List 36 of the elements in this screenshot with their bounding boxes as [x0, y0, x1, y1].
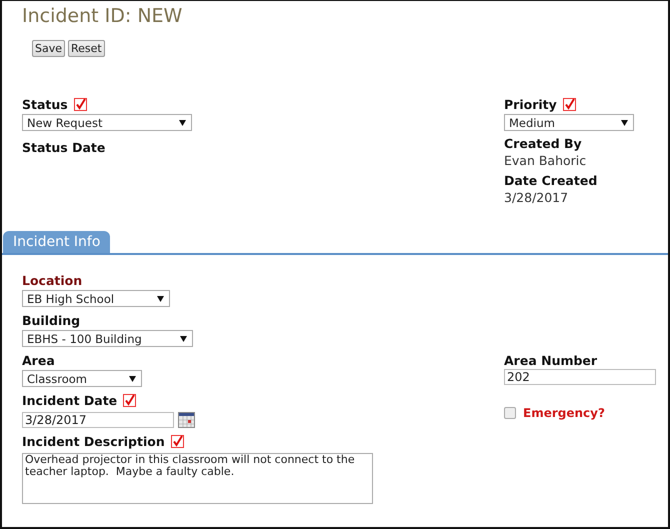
required-check-icon: [123, 394, 136, 406]
required-check-icon: [170, 434, 184, 448]
field-label: Status: [22, 96, 68, 112]
dropdown-caret-icon: [129, 376, 136, 382]
form-button[interactable]: Reset: [68, 40, 105, 57]
field-value: Evan Bahoric: [504, 153, 588, 168]
field-value: 3/28/2017: [504, 190, 570, 205]
field-label: Date Created: [504, 172, 598, 188]
dropdown-caret-icon: [180, 336, 187, 342]
date-field[interactable]: 3/28/2017: [22, 412, 174, 428]
field-label: Area: [22, 352, 55, 368]
field-label: Area Number: [504, 352, 598, 368]
dropdown-caret-icon: [179, 120, 186, 126]
dropdown-field[interactable]: EBHS - 100 Building: [22, 330, 193, 347]
input-field[interactable]: 202: [504, 369, 656, 385]
field-label: Priority: [504, 96, 557, 112]
field-label: Incident Date: [22, 392, 118, 408]
field-label: Created By: [504, 136, 582, 150]
description-field[interactable]: Overhead projector in this classroom will not connect to the teacher laptop. Maybe a faulty cable.: [22, 453, 373, 504]
dropdown-caret-icon: [621, 120, 628, 126]
dropdown-field[interactable]: Classroom: [22, 370, 142, 387]
calendar-icon[interactable]: [178, 412, 195, 428]
dropdown-field[interactable]: Medium: [504, 114, 634, 131]
dropdown-field[interactable]: New Request: [22, 114, 192, 131]
page-title: Incident ID: NEW: [22, 5, 184, 27]
dropdown-caret-icon: [157, 296, 164, 302]
checkbox[interactable]: [504, 407, 516, 419]
required-check-icon: [562, 98, 576, 110]
field-label: Status Date: [22, 140, 106, 154]
checkbox-label: Emergency?: [523, 406, 605, 420]
required-check-icon: [74, 98, 87, 110]
field-label: Incident Description: [22, 434, 165, 448]
field-label: Location: [22, 272, 82, 288]
form-button[interactable]: Save: [32, 40, 66, 57]
dropdown-field[interactable]: EB High School: [22, 290, 170, 307]
field-label: Building: [22, 312, 80, 328]
